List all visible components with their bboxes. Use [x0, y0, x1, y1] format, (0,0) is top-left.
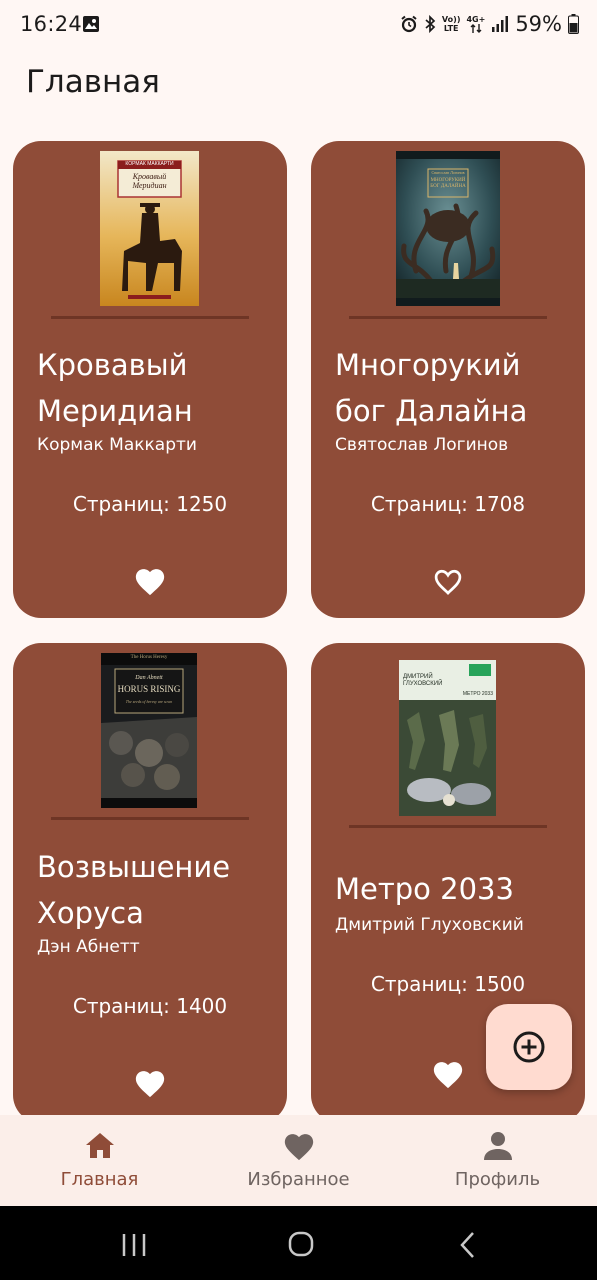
status-bar: 16:24 Vo)) LTE 4G+ 59% — [0, 0, 597, 52]
book-card[interactable]: The Horus Heresy Dan Abnett HORUS RISING… — [13, 643, 287, 1123]
book-author: Дмитрий Глуховский — [335, 915, 524, 935]
book-title: Кровавый Меридиан — [37, 348, 193, 428]
cover-author: ДМИТРИЙ ГЛУХОВСКИЙ — [403, 674, 443, 687]
add-book-button[interactable] — [486, 1004, 572, 1090]
card-divider — [51, 316, 249, 319]
nav-label-home: Главная — [60, 1169, 139, 1190]
book-title: Метро 2033 — [335, 872, 514, 906]
system-navigation-bar — [0, 1206, 597, 1280]
favorite-button[interactable] — [431, 565, 465, 597]
home-circle-icon — [288, 1231, 314, 1257]
heart-outline-icon — [434, 569, 462, 595]
book-author: Дэн Абнетт — [37, 937, 140, 957]
recent-apps-button[interactable] — [114, 1230, 154, 1260]
cover-title: HORUS RISING — [117, 684, 181, 694]
add-circle-icon — [513, 1031, 545, 1063]
back-button[interactable] — [449, 1230, 489, 1260]
nav-label-favorites: Избранное — [247, 1169, 350, 1190]
card-divider — [349, 316, 547, 319]
network-generation-label: 4G+ — [466, 15, 486, 24]
bottom-navigation: Главная Избранное Профиль — [0, 1115, 597, 1206]
signal-icon — [491, 16, 509, 32]
bluetooth-icon — [424, 15, 436, 33]
book-title: Возвышение Хоруса — [37, 850, 231, 930]
heart-filled-icon — [433, 1062, 463, 1089]
home-icon — [86, 1133, 114, 1158]
cover-tagline: The seeds of heresy are sown — [125, 699, 173, 704]
card-divider — [349, 825, 547, 828]
favorite-button[interactable] — [431, 1058, 465, 1090]
book-cover: ДМИТРИЙ ГЛУХОВСКИЙ МЕТРО 2033 — [399, 660, 496, 816]
battery-percent: 59% — [515, 12, 562, 36]
gallery-icon — [82, 15, 100, 33]
nav-item-profile[interactable]: Профиль — [398, 1115, 597, 1206]
book-cover: Святослав Логинов МНОГОРУКИЙ БОГ ДАЛАЙНА — [396, 151, 500, 306]
volte-icon: Vo)) LTE — [442, 15, 461, 33]
page-title: Главная — [26, 64, 160, 100]
book-author: Кормак Маккарти — [37, 435, 197, 455]
home-system-button[interactable] — [281, 1230, 321, 1260]
cover-author: КОРМАК МАККАРТИ — [125, 161, 174, 167]
person-icon — [484, 1132, 512, 1160]
nav-item-favorites[interactable]: Избранное — [199, 1115, 398, 1206]
book-card[interactable]: КОРМАК МАККАРТИ Кровавый Меридиан Кровав… — [13, 141, 287, 618]
heart-filled-icon — [135, 1071, 165, 1098]
data-arrows-icon: 4G+ — [466, 15, 485, 33]
favorite-button[interactable] — [133, 565, 167, 597]
cover-title: Кровавый Меридиан — [132, 172, 167, 190]
recent-apps-icon — [122, 1234, 146, 1256]
book-pages: Страниц: 1708 — [370, 492, 526, 516]
cover-title: МЕТРО 2033 — [462, 691, 493, 697]
volte-label-top: Vo)) — [441, 15, 461, 24]
book-pages: Страниц: 1400 — [72, 994, 228, 1018]
book-cover: КОРМАК МАККАРТИ Кровавый Меридиан — [100, 151, 199, 306]
heart-icon — [284, 1134, 314, 1161]
book-title: Многорукий бог Далайна — [335, 348, 528, 428]
book-author: Святослав Логинов — [335, 435, 509, 455]
book-cover: The Horus Heresy Dan Abnett HORUS RISING… — [101, 653, 197, 808]
cover-series: The Horus Heresy — [130, 655, 168, 660]
battery-icon — [568, 14, 579, 34]
cover-author: Dan Abnett — [135, 675, 163, 681]
nav-item-home[interactable]: Главная — [0, 1115, 199, 1206]
favorite-button[interactable] — [133, 1067, 167, 1099]
status-time: 16:24 — [20, 12, 83, 36]
cover-title: МНОГОРУКИЙ БОГ ДАЛАЙНА — [430, 178, 466, 189]
heart-filled-icon — [135, 569, 165, 596]
book-pages: Страниц: 1500 — [370, 972, 526, 996]
back-chevron-icon — [460, 1232, 474, 1258]
status-icons: Vo)) LTE 4G+ 59% — [400, 12, 579, 36]
volte-label-bottom: LTE — [443, 24, 459, 33]
book-pages: Страниц: 1250 — [72, 492, 228, 516]
card-divider — [51, 817, 249, 820]
alarm-icon — [400, 15, 418, 33]
nav-label-profile: Профиль — [454, 1169, 541, 1190]
book-card[interactable]: Святослав Логинов МНОГОРУКИЙ БОГ ДАЛАЙНА… — [311, 141, 585, 618]
cover-author: Святослав Логинов — [431, 170, 465, 175]
